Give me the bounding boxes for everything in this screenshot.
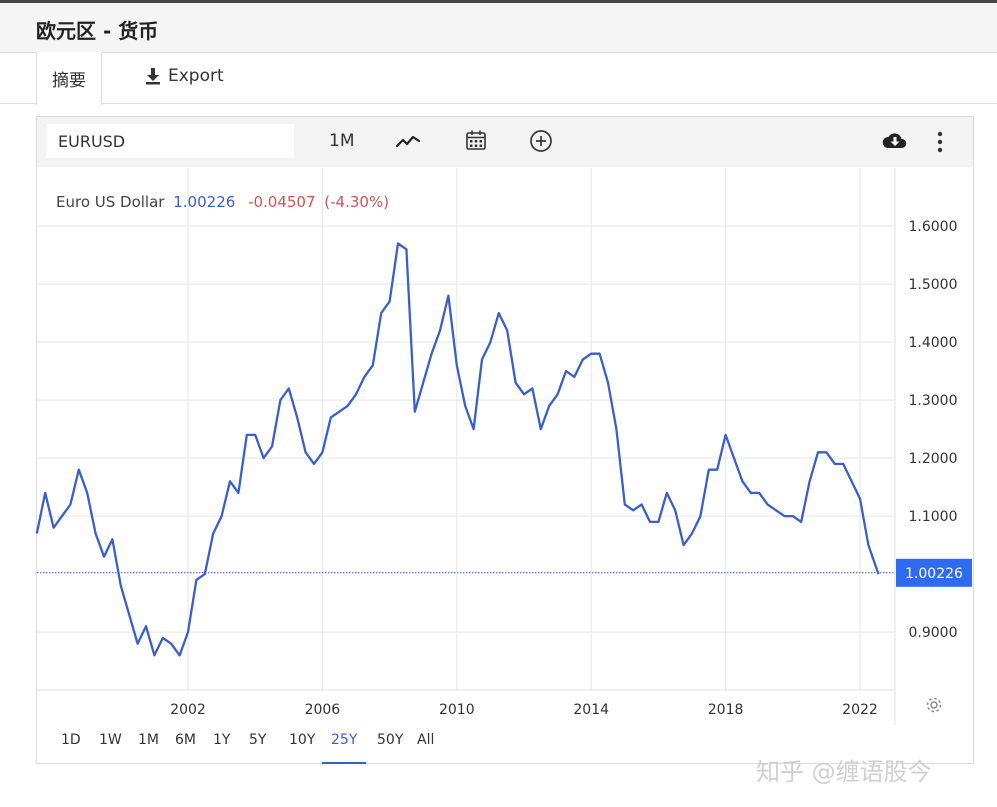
y-tick-label: 1.2000: [909, 451, 958, 467]
range-button-6m[interactable]: 6M: [175, 732, 196, 748]
y-tick-label: 1.5000: [909, 277, 958, 293]
range-button-50y[interactable]: 50Y: [377, 732, 403, 748]
watermark: 知乎 @缠语股今: [756, 758, 932, 786]
last-price-tag: 1.00226: [896, 558, 972, 587]
x-tick-label: 2006: [305, 702, 341, 718]
range-button-25y[interactable]: 25Y: [331, 732, 357, 748]
range-button-1m[interactable]: 1M: [138, 732, 159, 748]
active-range-underline: [322, 762, 366, 764]
x-tick-label: 2014: [573, 702, 609, 718]
range-button-all[interactable]: All: [417, 732, 434, 748]
y-tick-label: 1.1000: [909, 509, 958, 525]
settings-gear-icon[interactable]: [924, 695, 944, 715]
range-button-1d[interactable]: 1D: [61, 732, 81, 748]
x-tick-label: 2010: [439, 702, 475, 718]
x-tick-label: 2022: [842, 702, 878, 718]
y-tick-label: 1.4000: [909, 335, 958, 351]
range-button-1w[interactable]: 1W: [99, 732, 122, 748]
series-line-euro-us-dollar: [35, 242, 880, 657]
y-tick-label: 1.3000: [909, 393, 958, 409]
x-axis-labels: 2002 2006 2010 2014 2018 2022: [170, 702, 878, 718]
x-tick-label: 2002: [170, 702, 206, 718]
price-tag-label: 1.00226: [905, 566, 963, 582]
range-button-1y[interactable]: 1Y: [213, 732, 230, 748]
series-group: [35, 242, 880, 657]
y-tick-label: 0.9000: [909, 625, 958, 641]
chart-canvas: 2002 2006 2010 2014 2018 2022 1.6000 1.5000 1.4…: [35, 168, 972, 725]
range-button-10y[interactable]: 10Y: [289, 732, 315, 748]
x-tick-label: 2018: [708, 702, 744, 718]
range-button-5y[interactable]: 5Y: [249, 732, 266, 748]
chart-grid: [37, 168, 896, 725]
y-tick-label: 1.6000: [909, 219, 958, 235]
